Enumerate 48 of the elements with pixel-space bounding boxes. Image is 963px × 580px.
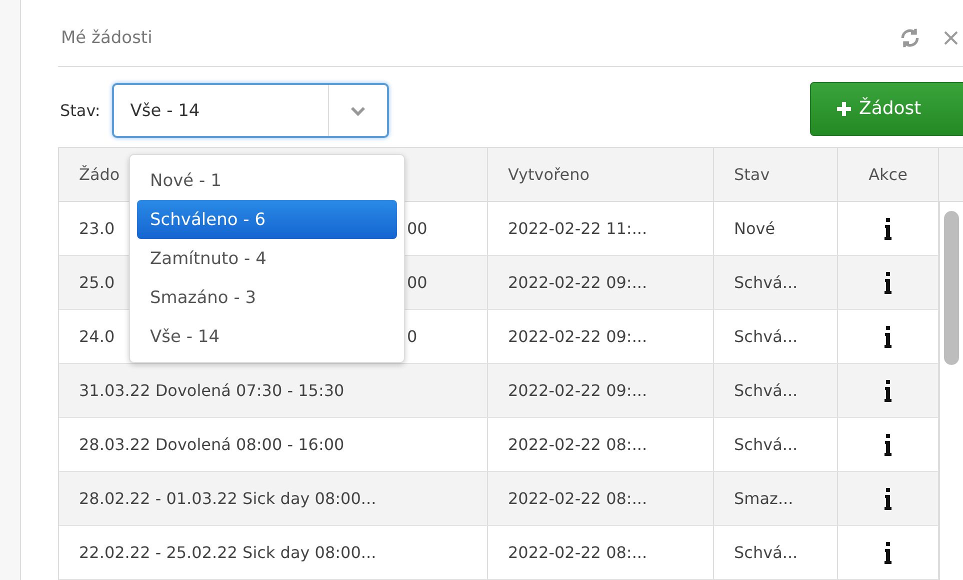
dropdown-option[interactable]: Smazáno - 3 (137, 278, 397, 317)
close-icon[interactable] (943, 30, 959, 46)
add-request-button[interactable]: Žádost (810, 82, 963, 136)
scrollbar-thumb[interactable] (944, 211, 959, 365)
column-header[interactable]: Akce (838, 148, 939, 201)
info-icon[interactable] (884, 218, 892, 240)
table-cell: Schvá... (714, 310, 838, 363)
table-cell: Schvá... (714, 418, 838, 471)
info-icon[interactable] (884, 434, 892, 456)
table-cell: Schvá... (714, 526, 838, 579)
dropdown-option[interactable]: Nové - 1 (137, 161, 397, 200)
table-cell: 25.0 (79, 273, 115, 292)
dropdown-option[interactable]: Vše - 14 (137, 317, 397, 356)
table-cell: 2022-02-22 09:... (488, 256, 714, 309)
table-cell: 2022-02-22 08:... (488, 418, 714, 471)
table-cell: 23.0 (79, 219, 115, 238)
dropdown-option[interactable]: Zamítnuto - 4 (137, 239, 397, 278)
table-cell: 0 (407, 327, 418, 346)
dialog-title: Mé žádosti (61, 28, 154, 48)
table-cell: 00 (407, 273, 428, 292)
table-cell: 00 (407, 219, 428, 238)
table-cell: 2022-02-22 08:... (488, 472, 714, 525)
table-cell: 2022-02-22 08:... (488, 526, 714, 579)
info-icon[interactable] (884, 326, 892, 348)
table-cell: 31.03.22 Dovolená 07:30 - 15:30 (79, 381, 344, 400)
info-icon[interactable] (884, 542, 892, 564)
status-select[interactable]: Vše - 14 (112, 83, 390, 138)
table-cell: Smaz... (714, 472, 838, 525)
info-icon[interactable] (884, 380, 892, 402)
info-icon[interactable] (884, 488, 892, 510)
table-cell: 2022-02-22 09:... (488, 310, 714, 363)
plus-icon (837, 102, 851, 116)
table-cell: 22.02.22 - 25.02.22 Sick day 08:00... (79, 543, 376, 562)
chevron-down-icon (350, 106, 366, 116)
table-cell: Nové (714, 202, 838, 255)
column-header[interactable]: Stav (714, 148, 838, 201)
info-icon[interactable] (884, 272, 892, 294)
table-cell: Schvá... (714, 364, 838, 417)
filter-label: Stav: (60, 101, 100, 120)
table-cell: 2022-02-22 09:... (488, 364, 714, 417)
column-header[interactable]: Vytvořeno (488, 148, 714, 201)
dropdown-option[interactable]: Schváleno - 6 (137, 200, 397, 239)
table-cell: 28.03.22 Dovolená 08:00 - 16:00 (79, 435, 344, 454)
table-cell: 28.02.22 - 01.03.22 Sick day 08:00... (79, 489, 376, 508)
table-cell: 2022-02-22 11:... (488, 202, 714, 255)
table-cell: Schvá... (714, 256, 838, 309)
refresh-icon[interactable] (899, 27, 921, 50)
table-cell: 24.0 (79, 327, 115, 346)
